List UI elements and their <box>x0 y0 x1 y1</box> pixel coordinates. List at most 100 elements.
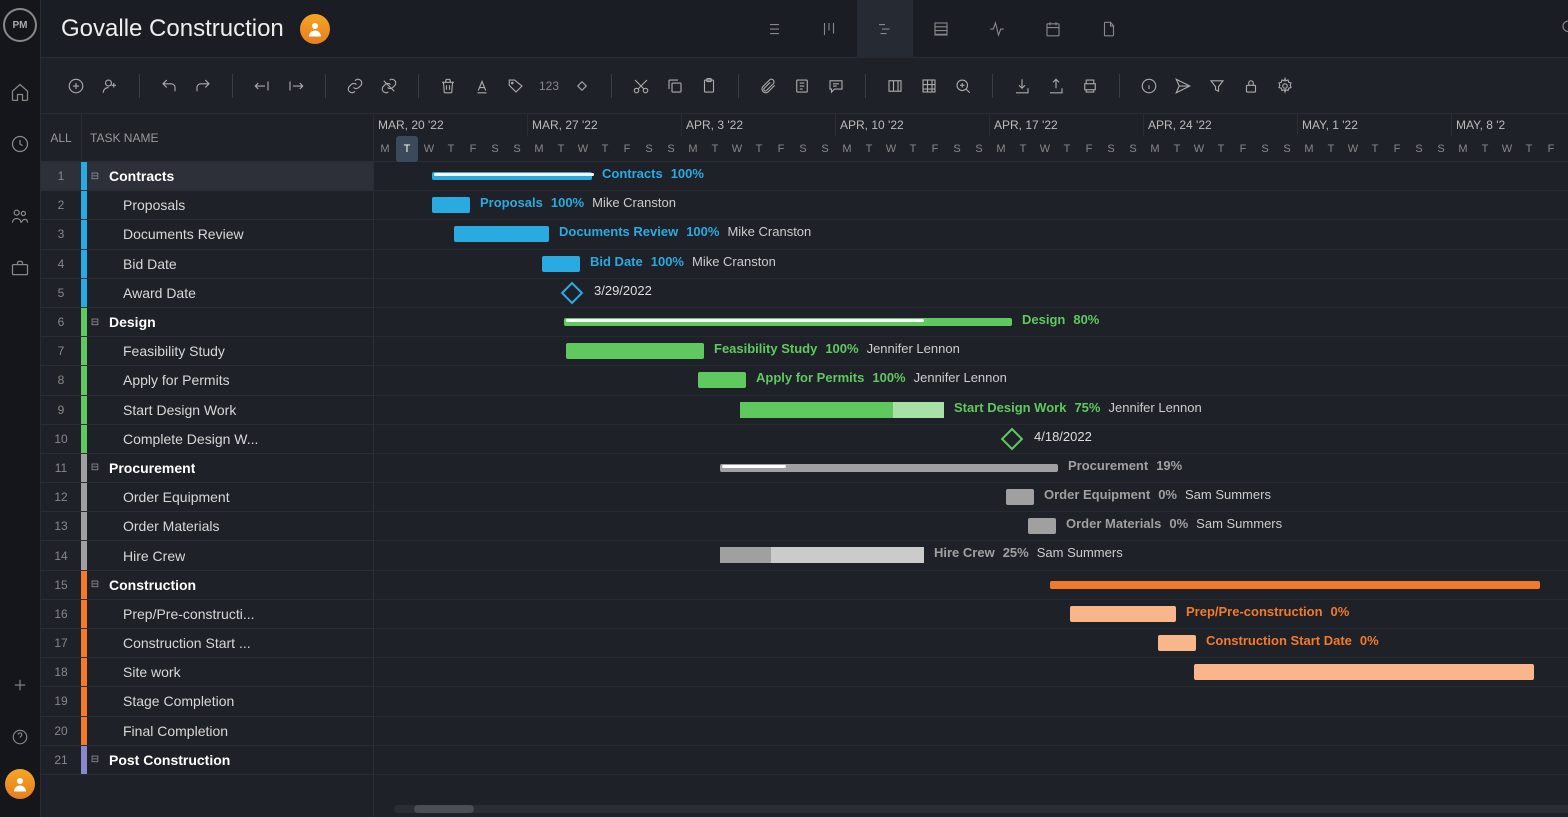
gantt-bar[interactable] <box>454 226 549 242</box>
collapse-icon[interactable]: ⊟ <box>87 462 103 473</box>
gantt-row[interactable] <box>374 746 1568 775</box>
export-icon[interactable] <box>1041 71 1071 101</box>
gantt-row[interactable]: Construction Start Date0% <box>374 629 1568 658</box>
gantt-bar[interactable] <box>542 256 580 272</box>
gantt-bar[interactable] <box>564 318 1012 326</box>
add-user-icon[interactable] <box>95 71 125 101</box>
file-view-icon[interactable] <box>1081 0 1137 58</box>
task-row[interactable]: 16Prep/Pre-constructi... <box>41 600 373 629</box>
task-row[interactable]: 2Proposals <box>41 191 373 220</box>
briefcase-icon[interactable] <box>0 248 40 288</box>
gantt-bar[interactable] <box>566 343 704 359</box>
gantt-row[interactable]: Documents Review100%Mike Cranston <box>374 220 1568 249</box>
people-icon[interactable] <box>0 196 40 236</box>
gantt-row[interactable]: 4/18/2022 <box>374 425 1568 454</box>
gantt-row[interactable]: Prep/Pre-construction0% <box>374 600 1568 629</box>
tag-icon[interactable] <box>501 71 531 101</box>
board-view-icon[interactable] <box>801 0 857 58</box>
milestone-icon[interactable] <box>1001 427 1024 450</box>
activity-view-icon[interactable] <box>969 0 1025 58</box>
task-row[interactable]: 17Construction Start ... <box>41 629 373 658</box>
help-icon[interactable] <box>0 717 40 757</box>
plus-icon[interactable] <box>0 665 40 705</box>
gantt-bar[interactable] <box>740 402 944 418</box>
collapse-icon[interactable]: ⊟ <box>87 754 103 765</box>
gantt-row[interactable]: Order Materials0%Sam Summers <box>374 512 1568 541</box>
column-task-name[interactable]: TASK NAME <box>82 131 373 145</box>
add-icon[interactable] <box>61 71 91 101</box>
gantt-row[interactable]: Feasibility Study100%Jennifer Lennon <box>374 337 1568 366</box>
task-row[interactable]: 4Bid Date <box>41 250 373 279</box>
import-icon[interactable] <box>1007 71 1037 101</box>
clock-icon[interactable] <box>0 124 40 164</box>
gantt-row[interactable] <box>374 717 1568 746</box>
gantt-row[interactable]: Hire Crew25%Sam Summers <box>374 541 1568 570</box>
indent-icon[interactable] <box>281 71 311 101</box>
copy-icon[interactable] <box>660 71 690 101</box>
task-row[interactable]: 9Start Design Work <box>41 396 373 425</box>
collapse-icon[interactable]: ⊟ <box>87 317 103 328</box>
comment-icon[interactable] <box>821 71 851 101</box>
task-row[interactable]: 13Order Materials <box>41 512 373 541</box>
task-row[interactable]: 12Order Equipment <box>41 483 373 512</box>
gantt-bar[interactable] <box>1028 518 1056 534</box>
note-icon[interactable] <box>787 71 817 101</box>
text-color-icon[interactable] <box>467 71 497 101</box>
task-row[interactable]: 21⊟Post Construction <box>41 746 373 775</box>
home-icon[interactable] <box>0 72 40 112</box>
gantt-row[interactable]: Apply for Permits100%Jennifer Lennon <box>374 366 1568 395</box>
gantt-row[interactable]: Bid Date100%Mike Cranston <box>374 250 1568 279</box>
gantt-row[interactable]: Procurement19% <box>374 454 1568 483</box>
project-avatar-icon[interactable] <box>300 14 330 44</box>
task-row[interactable]: 15⊟Construction <box>41 571 373 600</box>
task-row[interactable]: 3Documents Review <box>41 220 373 249</box>
gantt-row[interactable]: Contracts100% <box>374 162 1568 191</box>
gantt-bar[interactable] <box>720 547 924 563</box>
milestone-icon[interactable] <box>561 281 584 304</box>
filter-icon[interactable] <box>1202 71 1232 101</box>
gantt-bar[interactable] <box>1050 581 1540 589</box>
task-row[interactable]: 11⊟Procurement <box>41 454 373 483</box>
task-row[interactable]: 7Feasibility Study <box>41 337 373 366</box>
redo-icon[interactable] <box>188 71 218 101</box>
task-row[interactable]: 14Hire Crew <box>41 541 373 570</box>
gantt-bar[interactable] <box>1158 635 1196 651</box>
grid-icon[interactable] <box>914 71 944 101</box>
print-icon[interactable] <box>1075 71 1105 101</box>
task-row[interactable]: 8Apply for Permits <box>41 366 373 395</box>
cut-icon[interactable] <box>626 71 656 101</box>
calendar-view-icon[interactable] <box>1025 0 1081 58</box>
task-row[interactable]: 10Complete Design W... <box>41 425 373 454</box>
zoom-icon[interactable] <box>948 71 978 101</box>
task-row[interactable]: 18Site work <box>41 658 373 687</box>
gantt-view-icon[interactable] <box>857 0 913 58</box>
gantt-bar[interactable] <box>1194 664 1534 680</box>
task-row[interactable]: 20Final Completion <box>41 717 373 746</box>
task-row[interactable]: 19Stage Completion <box>41 687 373 716</box>
collapse-icon[interactable]: ⊟ <box>87 579 103 590</box>
gantt-row[interactable]: Design80% <box>374 308 1568 337</box>
paste-icon[interactable] <box>694 71 724 101</box>
gantt-bar[interactable] <box>1006 489 1034 505</box>
info-icon[interactable] <box>1134 71 1164 101</box>
search-icon[interactable] <box>1552 18 1568 39</box>
settings-icon[interactable] <box>1270 71 1300 101</box>
horizontal-scrollbar[interactable] <box>394 805 1568 813</box>
unlink-icon[interactable] <box>374 71 404 101</box>
task-row[interactable]: 1⊟Contracts <box>41 162 373 191</box>
user-avatar-icon[interactable] <box>5 769 35 799</box>
gantt-bar[interactable] <box>432 197 470 213</box>
gantt-row[interactable] <box>374 571 1568 600</box>
gantt-row[interactable] <box>374 687 1568 716</box>
gantt-bar[interactable] <box>1070 606 1176 622</box>
gantt-bar[interactable] <box>720 464 1058 472</box>
gantt-row[interactable]: Proposals100%Mike Cranston <box>374 191 1568 220</box>
milestone-icon[interactable] <box>567 71 597 101</box>
undo-icon[interactable] <box>154 71 184 101</box>
trash-icon[interactable] <box>433 71 463 101</box>
logo[interactable]: PM <box>3 8 37 42</box>
collapse-icon[interactable]: ⊟ <box>87 171 103 182</box>
lock-icon[interactable] <box>1236 71 1266 101</box>
attachment-icon[interactable] <box>753 71 783 101</box>
column-all[interactable]: ALL <box>41 131 81 145</box>
